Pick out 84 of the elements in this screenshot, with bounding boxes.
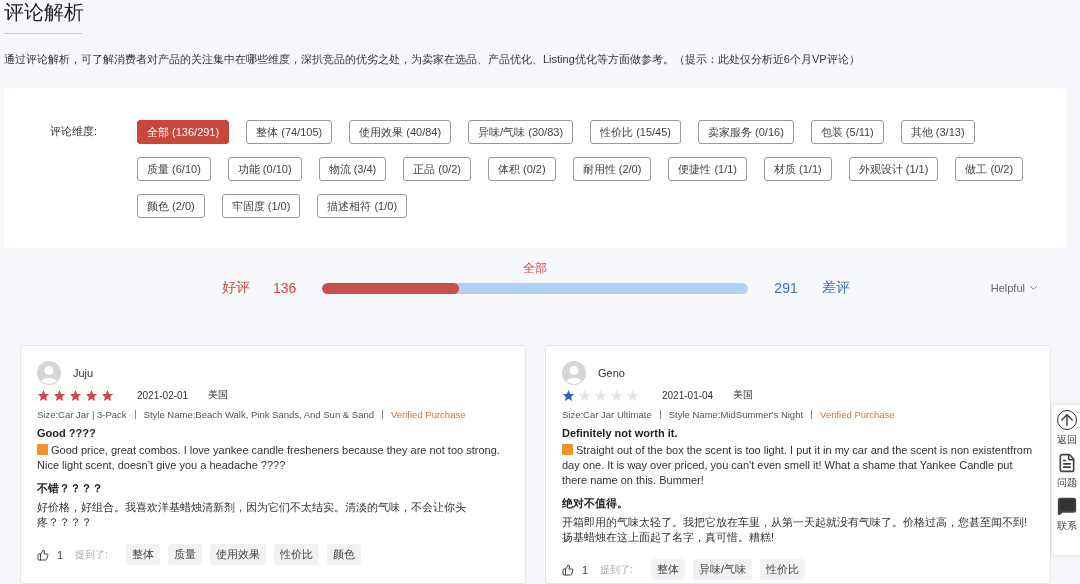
dimension-tag[interactable]: 耐用性 (2/0) (572, 157, 652, 181)
mention-tag: 颜色 (326, 544, 361, 565)
dimension-tag[interactable]: 物流 (3/4) (318, 157, 387, 181)
review-date: 2021-01-04 (662, 389, 714, 401)
avatar-icon (37, 361, 61, 385)
mention-tag: 性价比 (273, 544, 319, 565)
dimension-tag[interactable]: 包装 (5/11) (810, 120, 884, 144)
verified-text: Verified Purchase (820, 409, 895, 420)
review-body: Good price, great combos. I love yankee candle fresheners because they are not too strong. Nice light scent, doesn’t give you a headache ???? (37, 443, 501, 473)
review-title: Good ???? (37, 427, 97, 439)
style-text: Style Name:MidSummer's Night (668, 409, 804, 420)
amazon-icon (562, 444, 573, 455)
thumbs-up-icon[interactable] (37, 548, 49, 561)
verified-text: Verified Purchase (391, 409, 466, 420)
amazon-icon (37, 444, 48, 455)
size-text: Size:Car Jar Ultimate (562, 409, 652, 420)
review-body: Straight out of the box the scent is too light. I put it in my car and the scent is non existentfrom day one. It is way over priced, you can't even smell it! What a shame that Yankee Candle put there name on this. Bummer! (562, 443, 1034, 488)
reviewer-name: Juju (73, 367, 94, 379)
positive-label: 好评 (222, 279, 250, 297)
star-icon (101, 388, 114, 402)
side-tool-button[interactable]: 问题 (1054, 453, 1080, 490)
translated-title: 绝对不值得。 (562, 496, 629, 511)
description-text: 通过评论解析，可了解消费者对产品的关注集中在哪些维度，深扒竞品的优劣之处，为卖家在选品、产品优化、Listing优化等方面做参考。（提示：此处仅分析近6个月VP评论） (4, 52, 861, 67)
star-icon (578, 388, 591, 402)
side-tool-button[interactable]: 联系 (1054, 496, 1080, 533)
review-date: 2021-02-01 (137, 389, 189, 401)
dimension-tag[interactable]: 牢固度 (1/0) (221, 194, 301, 218)
star-icon (562, 388, 575, 402)
document-icon (1057, 453, 1077, 473)
page-title: 评论解析 (4, 0, 85, 24)
review-title: Definitely not worth it. (562, 427, 679, 439)
like-count: 1 (582, 563, 589, 576)
bar-label: 全部 (523, 259, 548, 277)
translated-title: 不错？？？？ (37, 481, 104, 496)
review-country: 美国 (208, 388, 229, 402)
dimension-tag[interactable]: 正品 (0/2) (403, 157, 471, 181)
reviewer-name: Geno (598, 367, 625, 379)
dimension-tag[interactable]: 使用效果 (40/84) (349, 120, 452, 144)
mention-tag: 质量 (167, 544, 202, 565)
dimension-tag[interactable]: 外观设计 (1/1) (848, 157, 939, 181)
dimension-tag[interactable]: 质量 (6/10) (137, 157, 211, 181)
dimension-tag[interactable]: 异味/气味 (30/83) (468, 120, 574, 144)
dimension-tag[interactable]: 体积 (0/2) (487, 157, 556, 181)
negative-label: 差评 (821, 279, 850, 297)
mention-tag: 整体 (650, 559, 685, 580)
style-text: Style Name:Beach Walk, Pink Sands, And Sun & Sand (143, 409, 374, 420)
dimension-tag[interactable]: 做工 (0/2) (955, 157, 1024, 181)
dimension-tag[interactable]: 其他 (3/13) (900, 120, 975, 144)
dimension-tag[interactable]: 描述相符 (1/0) (317, 194, 408, 218)
mention-tag: 使用效果 (209, 544, 266, 565)
negative-count: 291 (774, 280, 798, 296)
dimension-tag[interactable]: 性价比 (15/45) (590, 120, 681, 144)
star-icon (610, 388, 623, 402)
star-icon (85, 388, 98, 402)
star-icon (69, 388, 82, 402)
chat-icon (1057, 496, 1077, 516)
positive-count: 136 (273, 280, 297, 296)
star-icon (626, 388, 639, 402)
chevron-icon (1029, 285, 1038, 291)
mentioned-label: 提到了: (600, 562, 633, 577)
star-icon (37, 388, 50, 402)
dimension-tag[interactable]: 颜色 (2/0) (137, 194, 205, 218)
mention-tag: 异味/气味 (692, 559, 752, 580)
mentioned-label: 提到了: (75, 547, 108, 562)
dimension-tag[interactable]: 便捷性 (1/1) (668, 157, 748, 181)
sort-dropdown[interactable]: Helpful (984, 281, 1044, 295)
dimension-tag[interactable]: 功能 (0/10) (227, 157, 302, 181)
dimension-tag[interactable]: 整体 (74/105) (246, 120, 333, 144)
translated-body: 好价格，好组合。我喜欢洋基蜡烛清新剂，因为它们不太结实。清淡的气味，不会让你头疼？？？？ (37, 500, 467, 530)
side-tool-button[interactable]: 返回 (1054, 410, 1080, 447)
avatar-icon (562, 361, 586, 385)
translated-body: 开箱即用的气味太轻了。我把它放在车里，从第一天起就没有气味了。价格过高，您甚至闻不到!扬基蜡烛在这上面起了名字，真可惜。糟糕! (562, 515, 1029, 545)
mention-tag: 整体 (125, 544, 160, 565)
star-icon (594, 388, 607, 402)
mention-tag: 性价比 (759, 559, 805, 580)
size-text: Size:Car Jar | 3-Pack (37, 409, 127, 420)
review-country: 美国 (733, 388, 754, 402)
dimension-tag[interactable]: 全部 (136/291) (137, 120, 230, 144)
dimension-tag[interactable]: 材质 (1/1) (764, 157, 832, 181)
dimension-tag[interactable]: 卖家服务 (0/16) (698, 120, 794, 144)
filter-label: 评论维度: (50, 124, 99, 139)
thumbs-up-icon[interactable] (562, 563, 574, 576)
star-icon (53, 388, 66, 402)
like-count: 1 (57, 548, 64, 561)
